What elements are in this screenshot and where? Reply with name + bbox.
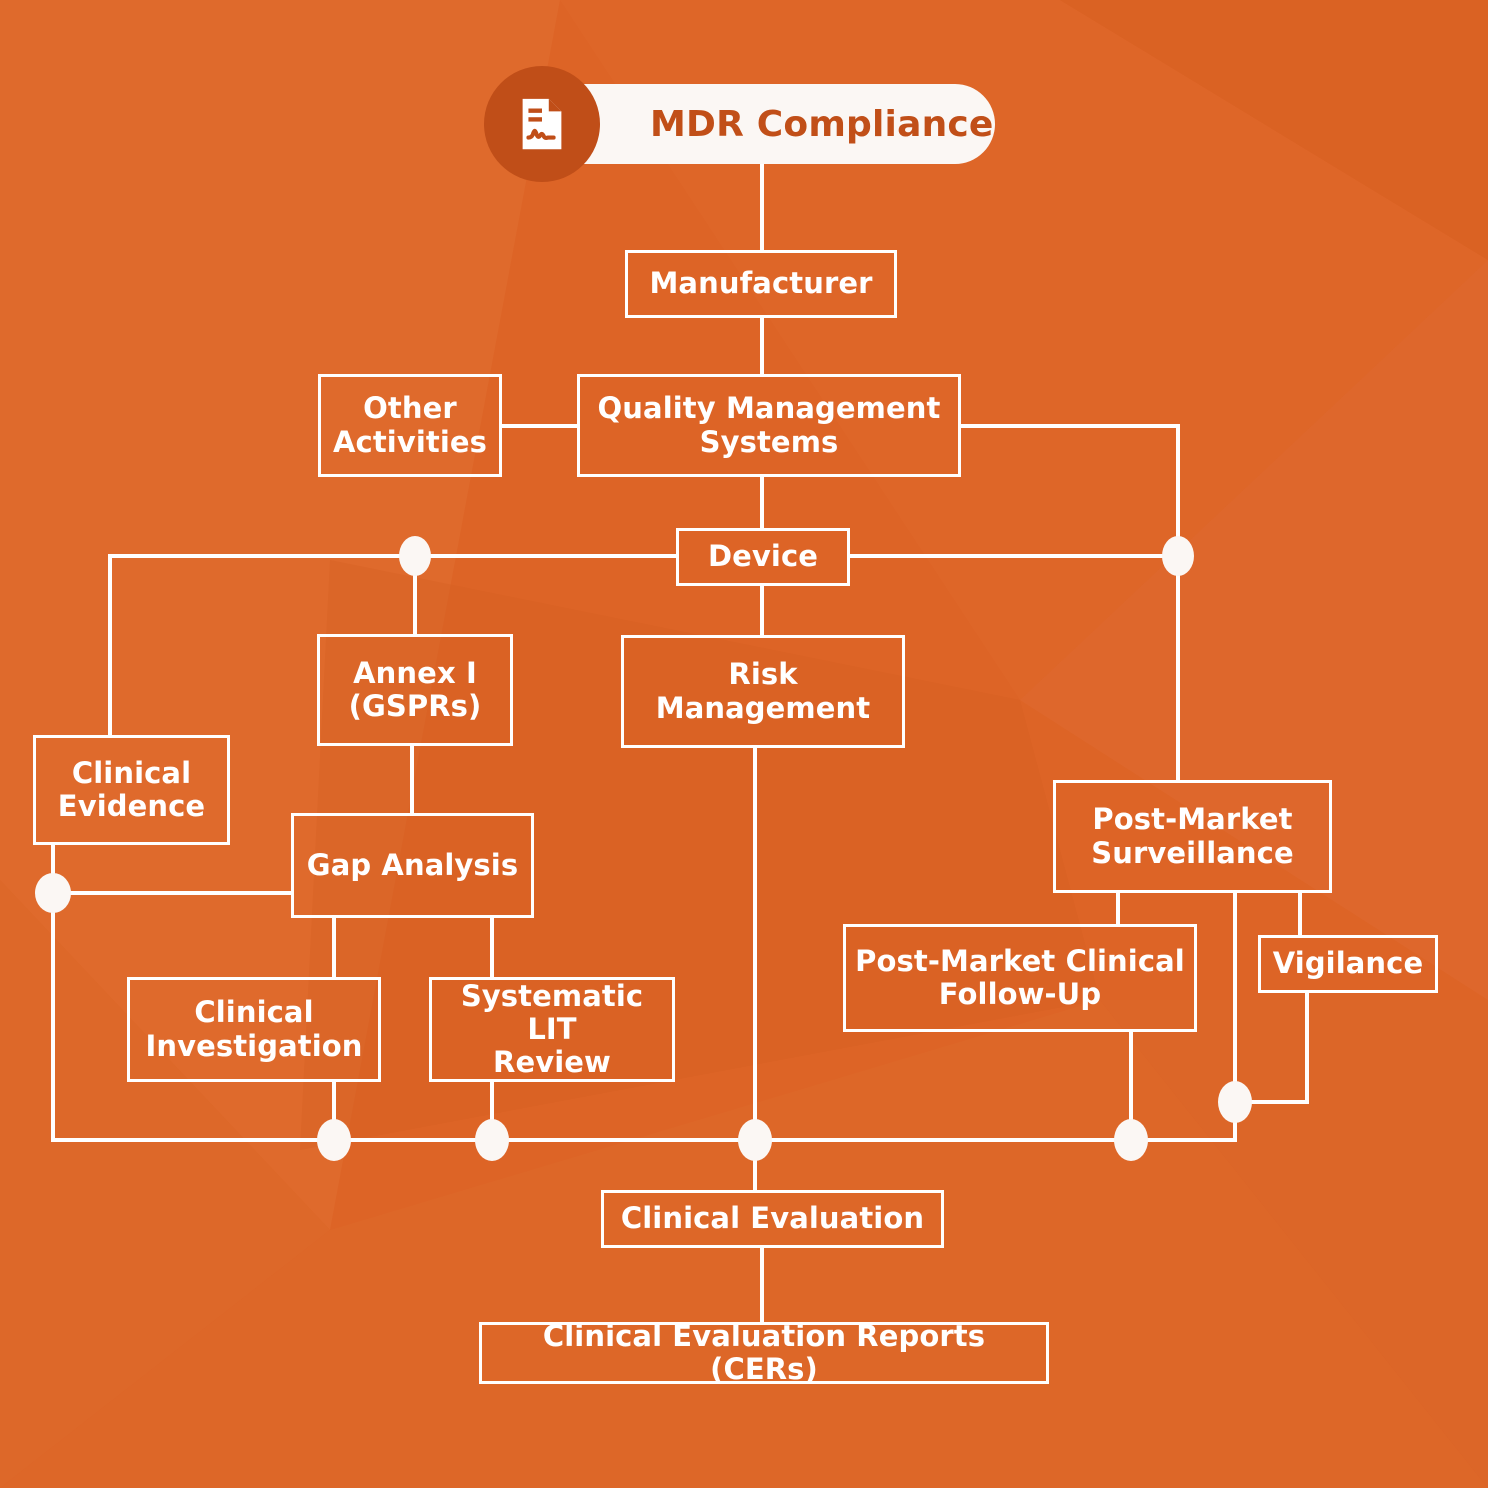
node-vigilance[interactable]: Vigilance: [1258, 935, 1438, 993]
node-label: Systematic LIT Review: [460, 978, 644, 1080]
node-label: Other Activities: [332, 391, 487, 459]
mdr-compliance-pill[interactable]: MDR Compliance: [540, 84, 995, 164]
node-label: Vigilance: [1272, 946, 1424, 981]
node-label: Annex I (GSPRs): [348, 655, 482, 723]
node-label: Clinical Investigation: [145, 995, 363, 1063]
node-label: Risk Management: [655, 657, 871, 725]
node-manufacturer[interactable]: Manufacturer: [625, 250, 897, 318]
node-post-market-clinical-follow-up[interactable]: Post-Market Clinical Follow-Up: [843, 924, 1197, 1032]
node-device[interactable]: Device: [676, 528, 850, 586]
node-label: Manufacturer: [649, 266, 873, 301]
document-report-icon: [484, 66, 600, 182]
page-title: MDR Compliance: [650, 103, 994, 145]
node-label: Clinical Evidence: [57, 755, 206, 823]
node-layer: Manufacturer Quality Management Systems Ot…: [0, 0, 1488, 1488]
node-quality-management[interactable]: Quality Management Systems: [577, 374, 961, 477]
node-other-activities[interactable]: Other Activities: [318, 374, 502, 477]
node-label: Post-Market Clinical Follow-Up: [855, 943, 1185, 1011]
node-post-market-surveillance[interactable]: Post-Market Surveillance: [1053, 780, 1332, 893]
diagram-canvas: Manufacturer Quality Management Systems Ot…: [0, 0, 1488, 1488]
node-label: Post-Market Surveillance: [1091, 802, 1294, 870]
node-clinical-evaluation[interactable]: Clinical Evaluation: [601, 1190, 944, 1248]
node-gap-analysis[interactable]: Gap Analysis: [291, 813, 534, 918]
node-annex-i-gsprs[interactable]: Annex I (GSPRs): [317, 634, 513, 746]
node-risk-management[interactable]: Risk Management: [621, 635, 905, 748]
node-clinical-evaluation-reports[interactable]: Clinical Evaluation Reports (CERs): [479, 1318, 1049, 1386]
node-label: Quality Management Systems: [597, 391, 941, 459]
node-clinical-evidence[interactable]: Clinical Evidence: [33, 735, 230, 845]
node-label: Clinical Evaluation Reports (CERs): [542, 1318, 986, 1386]
node-label: Clinical Evaluation: [620, 1201, 925, 1236]
node-systematic-lit-review[interactable]: Systematic LIT Review: [429, 977, 675, 1082]
node-label: Device: [707, 539, 819, 574]
node-clinical-investigation[interactable]: Clinical Investigation: [127, 977, 381, 1082]
node-label: Gap Analysis: [306, 847, 519, 882]
